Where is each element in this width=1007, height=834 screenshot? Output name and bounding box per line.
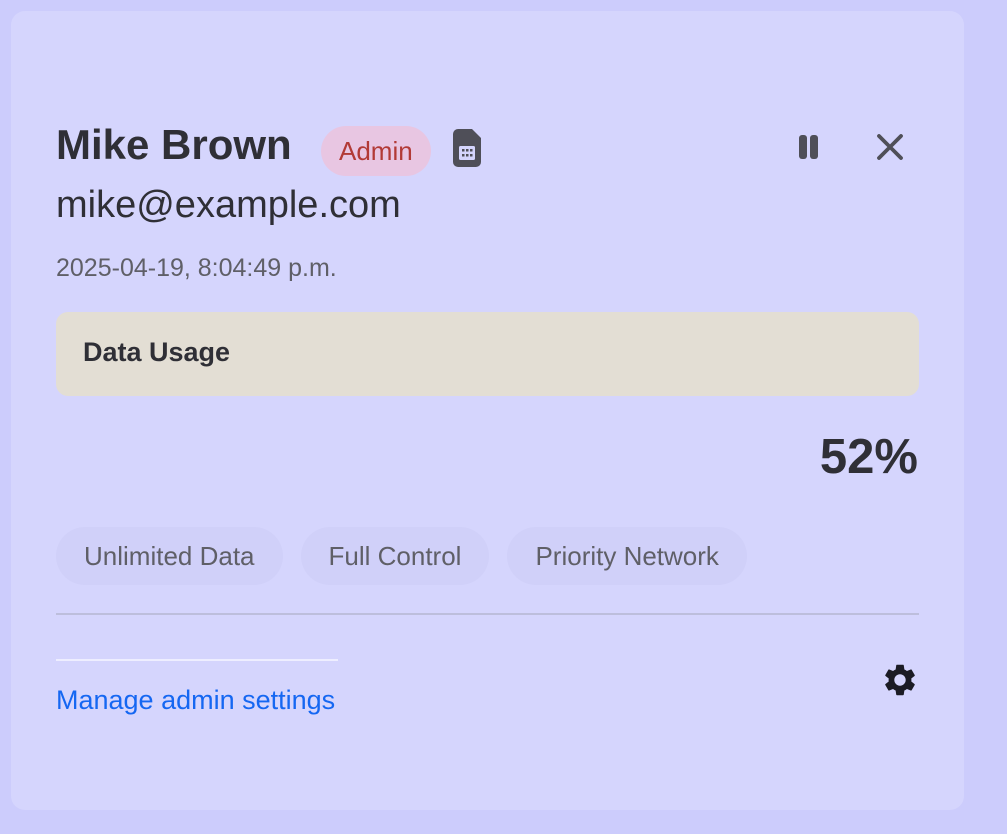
close-icon [877,134,903,160]
sim-card-icon [453,129,481,167]
data-usage-value: 52% [819,430,918,484]
user-email: mike@example.com [56,184,401,226]
pause-button[interactable] [791,130,825,164]
pause-icon [799,135,818,159]
settings-button[interactable] [881,661,919,699]
manage-admin-settings-link[interactable]: Manage admin settings [56,685,335,716]
divider [56,613,919,615]
user-header: Mike Brown Admin [56,114,919,176]
close-button[interactable] [873,130,907,164]
role-badge: Admin [321,126,431,176]
feature-chip: Unlimited Data [56,527,283,585]
data-usage-title: Data Usage [83,337,231,367]
feature-chip: Priority Network [507,527,747,585]
user-name: Mike Brown [56,121,292,168]
link-separator [56,659,338,661]
feature-chips: Unlimited Data Full Control Priority Net… [56,527,747,585]
user-card: Mike Brown Admin mike@example.com 2025-0… [11,11,964,810]
feature-chip: Full Control [300,527,490,585]
user-timestamp: 2025-04-19, 8:04:49 p.m. [56,254,337,282]
data-usage-panel: Data Usage [56,312,919,396]
gear-icon [885,664,915,696]
